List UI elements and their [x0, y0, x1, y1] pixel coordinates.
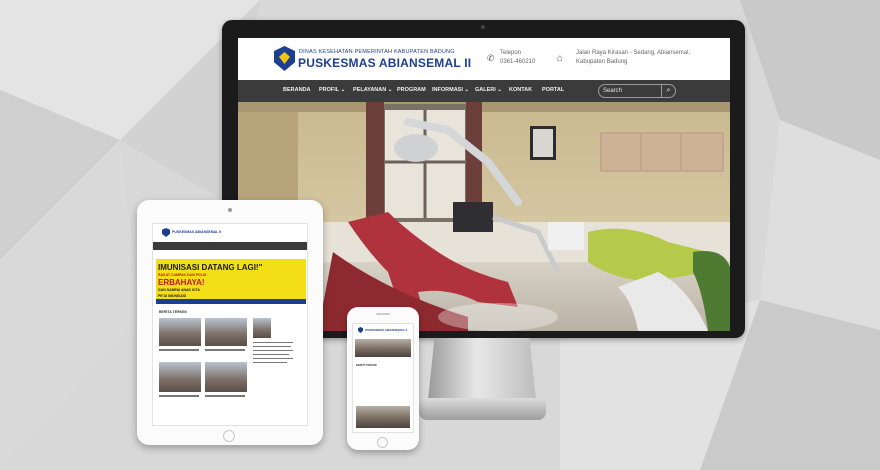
camera-dot — [481, 25, 485, 29]
phone-icon: ✆ — [487, 53, 495, 63]
tablet-news-caption[interactable] — [205, 349, 245, 351]
banner-line-4: GAN SAMPAI ANAK KITA — [158, 288, 200, 292]
banner-headline: IMUNISASI DATANG LAGI!" — [158, 263, 263, 272]
tablet-sidebar-text — [253, 350, 293, 351]
search-input[interactable]: Search ⌕ — [598, 84, 676, 98]
tablet-news-caption[interactable] — [159, 395, 199, 397]
tablet-sidebar-text — [253, 362, 287, 363]
tablet-news-caption[interactable] — [159, 349, 199, 351]
tablet-home-button — [223, 430, 235, 442]
tablet-org-name[interactable]: PUSKESMAS ABIANSEMAL II — [172, 230, 221, 234]
tablet-device: PUSKESMAS ABIANSEMAL II IMUNISASI DATANG… — [137, 200, 323, 445]
site-header: DINAS KESEHATAN PEMERINTAH KABUPATEN BAD… — [238, 38, 730, 80]
nav-kontak[interactable]: KONTAK — [509, 87, 532, 93]
phone-home-button — [377, 437, 388, 448]
nav-profil[interactable]: PROFIL ⌄ — [319, 87, 345, 93]
monitor-stand-neck — [428, 338, 536, 400]
search-icon[interactable]: ⌕ — [661, 84, 675, 98]
phone-news-heading: BERITA TERKINI — [356, 364, 377, 367]
nav-portal[interactable]: PORTAL — [542, 87, 564, 93]
banner-line-5: PE DI IMUNISASI — [158, 294, 187, 298]
tablet-news-photo[interactable] — [205, 362, 247, 392]
shield-logo-icon[interactable] — [274, 46, 295, 71]
tablet-screen: PUSKESMAS ABIANSEMAL II IMUNISASI DATANG… — [152, 223, 308, 426]
nav-pelayanan[interactable]: PELAYANAN ⌄ — [353, 87, 392, 93]
phone-screen: PUSKESMAS ABIANSEMAL II BERITA TERKINI — [352, 323, 414, 433]
org-name[interactable]: PUSKESMAS ABIANSEMAL II — [298, 56, 471, 70]
tablet-immunization-banner[interactable]: IMUNISASI DATANG LAGI!" RAKAT CAMPAK DAN… — [156, 259, 306, 304]
tablet-sidebar-text — [253, 342, 293, 343]
home-icon: ⌂ — [557, 53, 564, 64]
nav-beranda[interactable]: BERANDA — [283, 87, 311, 93]
phone-number: 0361-460210 — [500, 59, 536, 65]
tablet-sidebar-photo[interactable] — [253, 318, 271, 338]
nav-program[interactable]: PROGRAM — [397, 87, 426, 93]
tablet-news-heading: BERITA TERKINI — [159, 310, 187, 314]
address-line-2: Kabupaten Badung — [576, 59, 628, 65]
org-subtitle: DINAS KESEHATAN PEMERINTAH KABUPATEN BAD… — [299, 49, 455, 55]
tablet-sidebar-text — [253, 358, 293, 359]
phone-org-name[interactable]: PUSKESMAS ABIANSEMAL II — [365, 328, 407, 332]
nav-galeri[interactable]: GALERI ⌄ — [475, 87, 502, 93]
address-line-1: Jalan Raya Kirasan - Sedang, Abiansemal, — [576, 50, 691, 56]
tablet-sidebar-text — [253, 354, 289, 355]
banner-line-3: ERBAHAYA! — [158, 278, 205, 287]
phone-speaker — [376, 313, 390, 315]
tablet-sidebar-text — [253, 346, 291, 347]
tablet-news-caption[interactable] — [205, 395, 245, 397]
phone-shield-logo-icon[interactable] — [358, 327, 363, 333]
nav-informasi[interactable]: INFORMASI ⌄ — [432, 87, 469, 93]
monitor-stand-base — [419, 398, 546, 420]
tablet-shield-logo-icon[interactable] — [162, 228, 170, 237]
tablet-news-photo[interactable] — [159, 318, 201, 346]
banner-line-2: RAKAT CAMPAK DAN POLIO — [158, 273, 207, 277]
tablet-news-photo[interactable] — [205, 318, 247, 346]
main-nav: BERANDA PROFIL ⌄ PELAYANAN ⌄ PROGRAM INF… — [238, 80, 730, 102]
phone-label: Telepon — [500, 50, 522, 56]
tablet-nav — [153, 242, 307, 250]
tablet-camera — [228, 208, 232, 212]
search-placeholder: Search — [603, 88, 623, 94]
banner-strip — [156, 299, 306, 304]
phone-hero-image — [355, 339, 411, 357]
phone-news-photo[interactable] — [356, 406, 410, 428]
tablet-news-photo[interactable] — [159, 362, 201, 392]
phone-device: PUSKESMAS ABIANSEMAL II BERITA TERKINI — [347, 307, 419, 450]
